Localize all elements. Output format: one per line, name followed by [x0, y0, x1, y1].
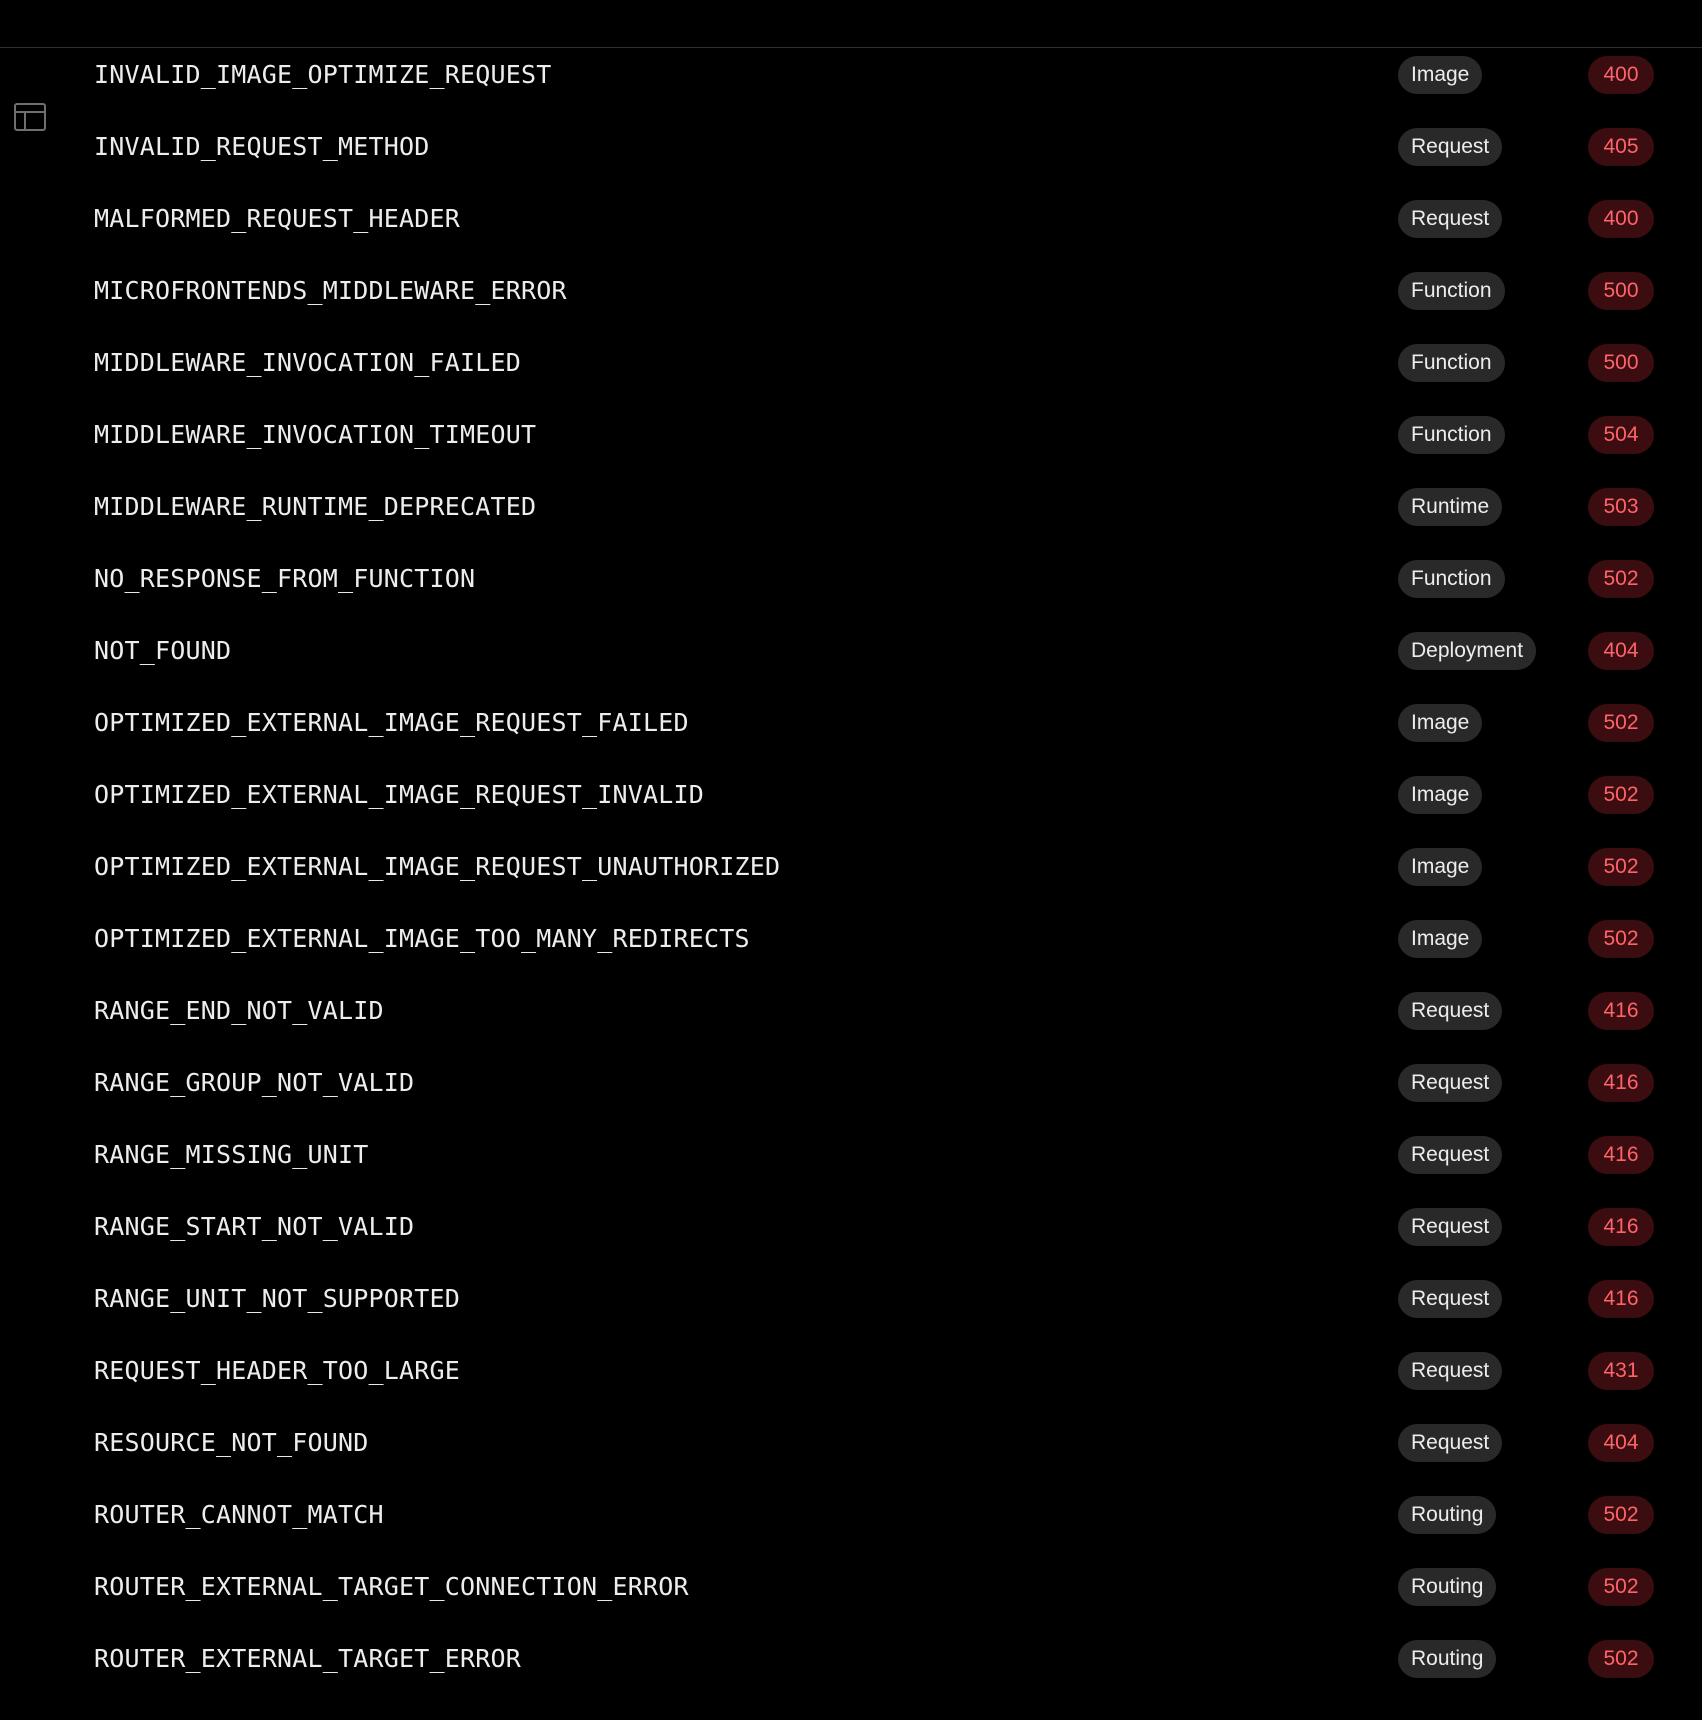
status-code-badge: 502 [1588, 560, 1654, 598]
status-code-badge: 400 [1588, 56, 1654, 94]
error-row: RANGE_MISSING_UNIT Request 416 [0, 1119, 1702, 1191]
error-code[interactable]: INVALID_REQUEST_METHOD [94, 111, 430, 183]
error-row: ROUTER_EXTERNAL_TARGET_ERROR Routing 502 [0, 1623, 1702, 1695]
category-badge: Request [1398, 1352, 1503, 1390]
category-badge: Request [1398, 1208, 1503, 1246]
category-badge: Deployment [1398, 632, 1537, 670]
error-code[interactable]: ROUTER_EXTERNAL_TARGET_CONNECTION_ERROR [94, 1551, 689, 1623]
category-badge: Image [1398, 704, 1483, 742]
error-code[interactable]: NO_RESPONSE_FROM_FUNCTION [94, 543, 475, 615]
status-code-badge: 416 [1588, 1064, 1654, 1102]
error-row: NO_RESPONSE_FROM_FUNCTION Function 502 [0, 543, 1702, 615]
error-row: MICROFRONTENDS_MIDDLEWARE_ERROR Function 5… [0, 255, 1702, 327]
category-badge: Request [1398, 992, 1503, 1030]
status-code-badge: 405 [1588, 128, 1654, 166]
status-code-badge: 416 [1588, 1280, 1654, 1318]
category-badge: Function [1398, 416, 1505, 454]
category-badge: Image [1398, 920, 1483, 958]
status-code-badge: 431 [1588, 1352, 1654, 1390]
error-code[interactable]: MIDDLEWARE_RUNTIME_DEPRECATED [94, 471, 536, 543]
error-row: RANGE_END_NOT_VALID Request 416 [0, 975, 1702, 1047]
error-row: INVALID_REQUEST_METHOD Request 405 [0, 111, 1702, 183]
error-row: ROUTER_CANNOT_MATCH Routing 502 [0, 1479, 1702, 1551]
error-code[interactable]: ROUTER_CANNOT_MATCH [94, 1479, 384, 1551]
error-code[interactable]: OPTIMIZED_EXTERNAL_IMAGE_TOO_MANY_REDIRE… [94, 903, 750, 975]
category-badge: Request [1398, 1064, 1503, 1102]
category-badge: Image [1398, 776, 1483, 814]
error-code[interactable]: MIDDLEWARE_INVOCATION_FAILED [94, 327, 521, 399]
category-badge: Function [1398, 560, 1505, 598]
error-code[interactable]: OPTIMIZED_EXTERNAL_IMAGE_REQUEST_UNAUTHO… [94, 831, 780, 903]
error-row: OPTIMIZED_EXTERNAL_IMAGE_REQUEST_INVALID… [0, 759, 1702, 831]
error-code[interactable]: MICROFRONTENDS_MIDDLEWARE_ERROR [94, 255, 567, 327]
category-badge: Routing [1398, 1640, 1497, 1678]
category-badge: Routing [1398, 1496, 1497, 1534]
error-row: RANGE_GROUP_NOT_VALID Request 416 [0, 1047, 1702, 1119]
status-code-badge: 404 [1588, 632, 1654, 670]
error-code[interactable]: ROUTER_EXTERNAL_TARGET_ERROR [94, 1623, 521, 1695]
category-badge: Request [1398, 1424, 1503, 1462]
error-row: OPTIMIZED_EXTERNAL_IMAGE_REQUEST_FAILED I… [0, 687, 1702, 759]
error-code[interactable]: RANGE_UNIT_NOT_SUPPORTED [94, 1263, 460, 1335]
category-badge: Runtime [1398, 488, 1503, 526]
error-code[interactable]: NOT_FOUND [94, 615, 231, 687]
error-code[interactable]: MIDDLEWARE_INVOCATION_TIMEOUT [94, 399, 536, 471]
category-badge: Function [1398, 272, 1505, 310]
error-row: OPTIMIZED_EXTERNAL_IMAGE_TOO_MANY_REDIRE… [0, 903, 1702, 975]
category-badge: Request [1398, 1280, 1503, 1318]
error-row: OPTIMIZED_EXTERNAL_IMAGE_REQUEST_UNAUTHO… [0, 831, 1702, 903]
status-code-badge: 404 [1588, 1424, 1654, 1462]
status-code-badge: 502 [1588, 1640, 1654, 1678]
status-code-badge: 502 [1588, 704, 1654, 742]
error-code[interactable]: OPTIMIZED_EXTERNAL_IMAGE_REQUEST_INVALID [94, 759, 704, 831]
error-code[interactable]: RANGE_GROUP_NOT_VALID [94, 1047, 414, 1119]
error-row: ROUTER_EXTERNAL_TARGET_CONNECTION_ERROR R… [0, 1551, 1702, 1623]
category-badge: Image [1398, 56, 1483, 94]
status-code-badge: 502 [1588, 920, 1654, 958]
error-code[interactable]: RANGE_END_NOT_VALID [94, 975, 384, 1047]
category-badge: Function [1398, 344, 1505, 382]
status-code-badge: 502 [1588, 1496, 1654, 1534]
error-row: MIDDLEWARE_INVOCATION_TIMEOUT Function 504 [0, 399, 1702, 471]
error-row: MIDDLEWARE_INVOCATION_FAILED Function 500 [0, 327, 1702, 399]
error-code-list: INVALID_IMAGE_OPTIMIZE_REQUEST Image 400 IN… [0, 39, 1702, 1695]
status-code-badge: 504 [1588, 416, 1654, 454]
error-row: RANGE_START_NOT_VALID Request 416 [0, 1191, 1702, 1263]
category-badge: Request [1398, 1136, 1503, 1174]
error-code[interactable]: INVALID_IMAGE_OPTIMIZE_REQUEST [94, 39, 552, 111]
status-code-badge: 400 [1588, 200, 1654, 238]
status-code-badge: 500 [1588, 344, 1654, 382]
error-row: MALFORMED_REQUEST_HEADER Request 400 [0, 183, 1702, 255]
error-code[interactable]: RANGE_START_NOT_VALID [94, 1191, 414, 1263]
error-row: NOT_FOUND Deployment 404 [0, 615, 1702, 687]
error-row: INVALID_IMAGE_OPTIMIZE_REQUEST Image 400 [0, 39, 1702, 111]
error-row: REQUEST_HEADER_TOO_LARGE Request 431 [0, 1335, 1702, 1407]
error-row: RANGE_UNIT_NOT_SUPPORTED Request 416 [0, 1263, 1702, 1335]
error-code[interactable]: RANGE_MISSING_UNIT [94, 1119, 369, 1191]
error-code[interactable]: RESOURCE_NOT_FOUND [94, 1407, 369, 1479]
status-code-badge: 502 [1588, 1568, 1654, 1606]
error-row: MIDDLEWARE_RUNTIME_DEPRECATED Runtime 503 [0, 471, 1702, 543]
status-code-badge: 502 [1588, 776, 1654, 814]
status-code-badge: 503 [1588, 488, 1654, 526]
category-badge: Request [1398, 128, 1503, 166]
error-code[interactable]: MALFORMED_REQUEST_HEADER [94, 183, 460, 255]
status-code-badge: 416 [1588, 992, 1654, 1030]
status-code-badge: 500 [1588, 272, 1654, 310]
category-badge: Routing [1398, 1568, 1497, 1606]
error-code[interactable]: REQUEST_HEADER_TOO_LARGE [94, 1335, 460, 1407]
category-badge: Request [1398, 200, 1503, 238]
status-code-badge: 416 [1588, 1208, 1654, 1246]
error-row: RESOURCE_NOT_FOUND Request 404 [0, 1407, 1702, 1479]
status-code-badge: 502 [1588, 848, 1654, 886]
category-badge: Image [1398, 848, 1483, 886]
error-code[interactable]: OPTIMIZED_EXTERNAL_IMAGE_REQUEST_FAILED [94, 687, 689, 759]
status-code-badge: 416 [1588, 1136, 1654, 1174]
